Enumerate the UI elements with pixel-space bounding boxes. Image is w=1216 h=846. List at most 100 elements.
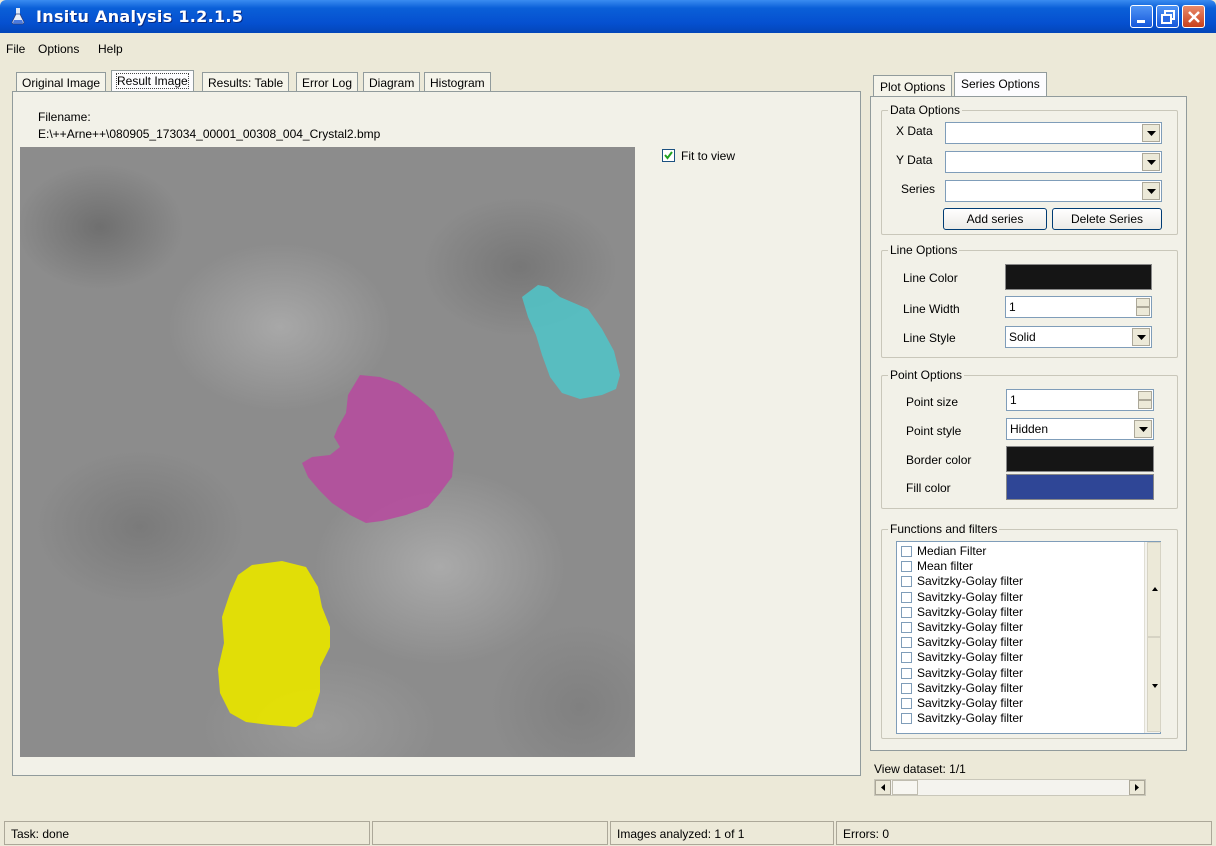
fill-color-label: Fill color bbox=[906, 481, 951, 495]
filter-label: Savitzky-Golay filter bbox=[917, 620, 1024, 634]
menu-file[interactable]: File bbox=[6, 42, 25, 56]
status-bar: Task: done Images analyzed: 1 of 1 Error… bbox=[0, 819, 1216, 846]
line-width-spinner[interactable]: 1 bbox=[1005, 296, 1152, 318]
y-data-select[interactable] bbox=[945, 151, 1162, 173]
filter-label: Savitzky-Golay filter bbox=[917, 680, 1024, 695]
filter-checkbox[interactable] bbox=[901, 682, 912, 694]
filter-checkbox[interactable] bbox=[901, 637, 912, 649]
scroll-down-button[interactable] bbox=[1147, 637, 1161, 732]
chevron-down-icon bbox=[1137, 335, 1146, 340]
crystal-overlays bbox=[218, 285, 620, 727]
tab-plot-options[interactable]: Plot Options bbox=[873, 75, 953, 97]
filter-checkbox[interactable] bbox=[901, 606, 912, 618]
line-options-group: Line Options Line Color Line Width 1 Lin… bbox=[881, 243, 1178, 358]
minimize-icon bbox=[1137, 20, 1145, 23]
filter-checkbox[interactable] bbox=[901, 698, 912, 709]
filter-checkbox[interactable] bbox=[901, 713, 912, 725]
combo-value: Hidden bbox=[1010, 422, 1049, 436]
arrow-left-icon bbox=[881, 784, 885, 791]
tab-series-options[interactable]: Series Options bbox=[954, 72, 1047, 97]
filename-value: E:\++Arne++\080905_173034_00001_00308_00… bbox=[38, 127, 381, 141]
minimize-button[interactable] bbox=[1130, 5, 1153, 28]
filter-checkbox[interactable] bbox=[901, 652, 912, 664]
filter-label: Savitzky-Golay filter bbox=[917, 696, 1024, 710]
add-series-button[interactable]: Add series bbox=[943, 208, 1047, 230]
title-bar: Insitu Analysis 1.2.1.5 bbox=[0, 0, 1216, 33]
tab-label: Error Log bbox=[302, 76, 353, 90]
window-title: Insitu Analysis 1.2.1.5 bbox=[36, 7, 244, 26]
filter-label: Savitzky-Golay filter bbox=[917, 711, 1024, 726]
filter-checkbox[interactable] bbox=[901, 667, 912, 679]
filter-checkbox[interactable] bbox=[901, 622, 912, 633]
dropdown-button[interactable] bbox=[1142, 153, 1160, 171]
filter-checkbox[interactable] bbox=[901, 546, 912, 557]
line-style-select[interactable]: Solid bbox=[1005, 326, 1152, 348]
close-icon bbox=[1188, 11, 1200, 23]
dropdown-button[interactable] bbox=[1142, 182, 1160, 200]
view-dataset-label: View dataset: 1/1 bbox=[874, 762, 966, 776]
dropdown-button[interactable] bbox=[1132, 328, 1150, 346]
spin-up-icon[interactable] bbox=[1138, 391, 1152, 400]
restore-button[interactable] bbox=[1156, 5, 1179, 28]
line-color-label: Line Color bbox=[903, 271, 958, 285]
point-size-label: Point size bbox=[906, 395, 959, 409]
tab-error-log[interactable]: Error Log bbox=[296, 72, 359, 93]
tab-diagram[interactable]: Diagram bbox=[363, 72, 421, 93]
spin-down-icon[interactable] bbox=[1136, 307, 1150, 316]
group-title: Point Options bbox=[888, 368, 965, 382]
filter-label: Savitzky-Golay filter bbox=[917, 650, 1024, 665]
dropdown-button[interactable] bbox=[1134, 420, 1152, 438]
spin-up-icon[interactable] bbox=[1136, 298, 1150, 307]
chevron-down-icon bbox=[1147, 189, 1156, 194]
flask-icon bbox=[11, 8, 25, 25]
status-task: Task: done bbox=[4, 821, 370, 845]
scroll-right-button[interactable] bbox=[1129, 780, 1145, 795]
x-data-select[interactable] bbox=[945, 122, 1162, 144]
delete-series-button[interactable]: Delete Series bbox=[1052, 208, 1162, 230]
functions-list[interactable]: Median Filter Mean filter Savitzky-Golay f… bbox=[896, 541, 1161, 734]
line-color-swatch[interactable] bbox=[1005, 264, 1152, 290]
crystal-magenta-overlay bbox=[302, 375, 454, 523]
series-select[interactable] bbox=[945, 180, 1162, 202]
fit-to-view-label: Fit to view bbox=[681, 149, 736, 163]
line-width-label: Line Width bbox=[903, 302, 960, 316]
fill-color-swatch[interactable] bbox=[1006, 474, 1154, 500]
data-options-group: Data Options X Data Y Data Series Add se… bbox=[881, 103, 1178, 235]
fit-to-view-checkbox[interactable] bbox=[662, 149, 675, 162]
spinner-value: 1 bbox=[1010, 393, 1017, 407]
tab-label: Series Options bbox=[961, 77, 1040, 91]
menu-help[interactable]: Help bbox=[98, 42, 123, 56]
tab-label: Histogram bbox=[430, 76, 485, 90]
arrow-right-icon bbox=[1135, 784, 1139, 791]
border-color-swatch[interactable] bbox=[1006, 446, 1154, 472]
checkmark-icon bbox=[664, 151, 673, 160]
tab-results-table[interactable]: Results: Table bbox=[202, 72, 290, 93]
tab-result-image[interactable]: Result Image bbox=[111, 70, 194, 93]
series-label: Series bbox=[901, 182, 936, 196]
scroll-left-button[interactable] bbox=[875, 780, 891, 795]
scroll-up-button[interactable] bbox=[1147, 542, 1161, 637]
point-style-select[interactable]: Hidden bbox=[1006, 418, 1154, 440]
filter-checkbox[interactable] bbox=[901, 576, 912, 588]
spin-down-icon[interactable] bbox=[1138, 400, 1152, 409]
chevron-down-icon bbox=[1139, 427, 1148, 432]
filename-label: Filename: bbox=[38, 110, 91, 124]
point-size-spinner[interactable]: 1 bbox=[1006, 389, 1154, 411]
dataset-scrollbar[interactable] bbox=[874, 779, 1146, 796]
result-image[interactable] bbox=[20, 147, 635, 757]
filter-label: Savitzky-Golay filter bbox=[917, 635, 1024, 650]
tab-label: Original Image bbox=[22, 76, 101, 90]
functions-scrollbar[interactable] bbox=[1144, 542, 1161, 733]
tab-original-image[interactable]: Original Image bbox=[16, 72, 107, 93]
filter-checkbox[interactable] bbox=[901, 561, 912, 573]
menu-options[interactable]: Options bbox=[38, 42, 79, 56]
crystal-cyan-overlay bbox=[522, 285, 620, 399]
scroll-thumb[interactable] bbox=[892, 780, 918, 795]
filter-label: Savitzky-Golay filter bbox=[917, 574, 1024, 589]
filter-label: Savitzky-Golay filter bbox=[917, 604, 1024, 619]
filter-checkbox[interactable] bbox=[901, 591, 912, 603]
dropdown-button[interactable] bbox=[1142, 124, 1160, 142]
tab-histogram[interactable]: Histogram bbox=[424, 72, 491, 93]
crystal-yellow-overlay bbox=[218, 561, 330, 727]
close-button[interactable] bbox=[1182, 5, 1205, 28]
